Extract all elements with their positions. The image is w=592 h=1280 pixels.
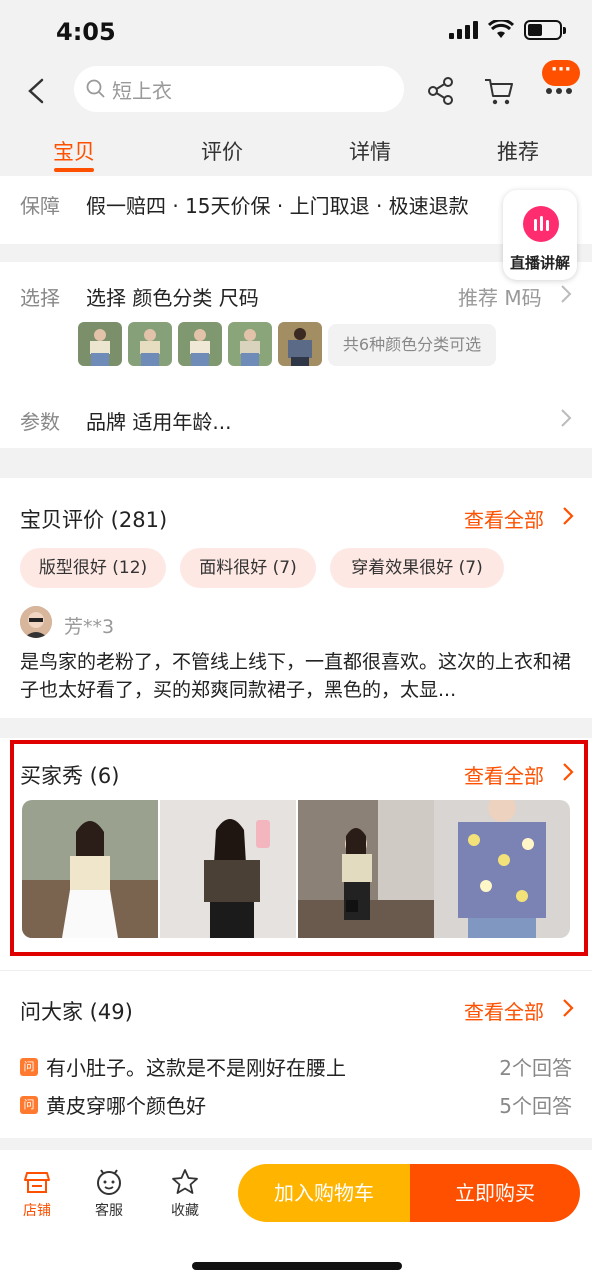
status-time: 4:05 — [56, 18, 116, 46]
live-icon — [523, 206, 559, 242]
status-bar: 4:05 — [0, 0, 592, 60]
tab-reviews[interactable]: 评价 — [148, 124, 296, 176]
search-input[interactable]: 短上衣 — [74, 66, 404, 112]
color-thumb[interactable] — [278, 322, 322, 366]
service-button[interactable]: 客服 — [84, 1168, 134, 1220]
review-tag[interactable]: 版型很好 (12) — [20, 548, 166, 588]
select-label: 选择 — [20, 286, 60, 310]
buyer-show-highlight — [10, 740, 588, 956]
customer-service-icon — [97, 1169, 121, 1195]
color-thumb[interactable] — [178, 322, 222, 366]
tab-details[interactable]: 详情 — [296, 124, 444, 176]
tab-bar: 宝贝 评价 详情 推荐 — [0, 124, 592, 176]
status-icons — [449, 20, 566, 40]
add-to-cart-button[interactable]: 加入购物车 — [238, 1164, 410, 1222]
colors-count-note[interactable]: 共6种颜色分类可选 — [328, 324, 496, 366]
select-recommend: 推荐 M码 — [458, 286, 542, 310]
favorite-label: 收藏 — [171, 1203, 199, 1219]
chevron-right-icon[interactable] — [562, 506, 574, 526]
review-tag[interactable]: 面料很好 (7) — [180, 548, 316, 588]
shop-button[interactable]: 店铺 — [12, 1168, 62, 1220]
color-thumb[interactable] — [228, 322, 272, 366]
live-label: 直播讲解 — [509, 254, 570, 272]
question-icon: 问 — [20, 1057, 38, 1076]
bottom-action-bar: 店铺 客服 收藏 加入购物车 立即购买 — [0, 1150, 592, 1280]
chevron-right-icon[interactable] — [562, 998, 574, 1018]
review-tag[interactable]: 穿着效果很好 (7) — [330, 548, 504, 588]
nav-bar: 短上衣 ··· — [0, 60, 592, 124]
qa-title: 问大家 (49) — [20, 1000, 133, 1024]
select-text[interactable]: 选择 颜色分类 尺码 — [86, 282, 259, 311]
avatar — [20, 606, 52, 638]
qa-question-text: 黄皮穿哪个颜色好 — [46, 1094, 206, 1118]
search-placeholder: 短上衣 — [112, 78, 172, 103]
more-icon — [546, 88, 572, 94]
qa-question[interactable]: 问 黄皮穿哪个颜色好 — [20, 1090, 206, 1119]
qa-answer-count: 2个回答 — [499, 1056, 572, 1080]
cart-icon[interactable] — [482, 74, 516, 108]
tab-recommend[interactable]: 推荐 — [444, 124, 592, 176]
tab-product[interactable]: 宝贝 — [0, 124, 148, 176]
live-explain-button[interactable]: 直播讲解 — [503, 190, 577, 280]
shop-icon — [24, 1172, 50, 1193]
back-arrow-icon[interactable] — [22, 74, 52, 108]
qa-see-all[interactable]: 查看全部 — [464, 996, 544, 1025]
question-icon: 问 — [20, 1095, 38, 1114]
message-bubble-icon: ··· — [542, 60, 580, 86]
reviews-title: 宝贝评价 (281) — [20, 508, 168, 532]
service-label: 客服 — [95, 1203, 123, 1219]
wifi-icon — [488, 20, 514, 38]
review-text[interactable]: 是鸟家的老粉了，不管线上线下，一直都很喜欢。这次的上衣和裙子也太好看了，买的郑爽… — [20, 648, 572, 704]
share-icon[interactable] — [424, 74, 458, 108]
guarantee-label: 保障 — [20, 194, 60, 218]
signal-icon — [449, 21, 478, 39]
battery-icon — [524, 20, 566, 40]
favorite-button[interactable]: 收藏 — [160, 1168, 210, 1220]
reviewer-name: 芳**3 — [64, 616, 115, 638]
params-text[interactable]: 品牌 适用年龄... — [86, 406, 231, 435]
chevron-right-icon[interactable] — [560, 284, 572, 304]
guarantee-text: 假一赔四 · 15天价保 · 上门取退 · 极速退款 — [86, 194, 469, 218]
qa-question[interactable]: 问 有小肚子。这款是不是刚好在腰上 — [20, 1052, 346, 1081]
reviews-see-all[interactable]: 查看全部 — [464, 504, 544, 533]
search-icon — [86, 79, 105, 98]
params-label: 参数 — [20, 410, 60, 434]
shop-label: 店铺 — [23, 1203, 51, 1219]
qa-answer-count: 5个回答 — [499, 1094, 572, 1118]
color-thumb[interactable] — [78, 322, 122, 366]
color-thumb[interactable] — [128, 322, 172, 366]
star-icon — [172, 1169, 198, 1194]
more-menu[interactable]: ··· — [540, 60, 580, 110]
qa-question-text: 有小肚子。这款是不是刚好在腰上 — [46, 1056, 346, 1080]
buy-now-button[interactable]: 立即购买 — [410, 1164, 580, 1222]
chevron-right-icon[interactable] — [560, 408, 572, 428]
home-indicator — [192, 1262, 402, 1270]
